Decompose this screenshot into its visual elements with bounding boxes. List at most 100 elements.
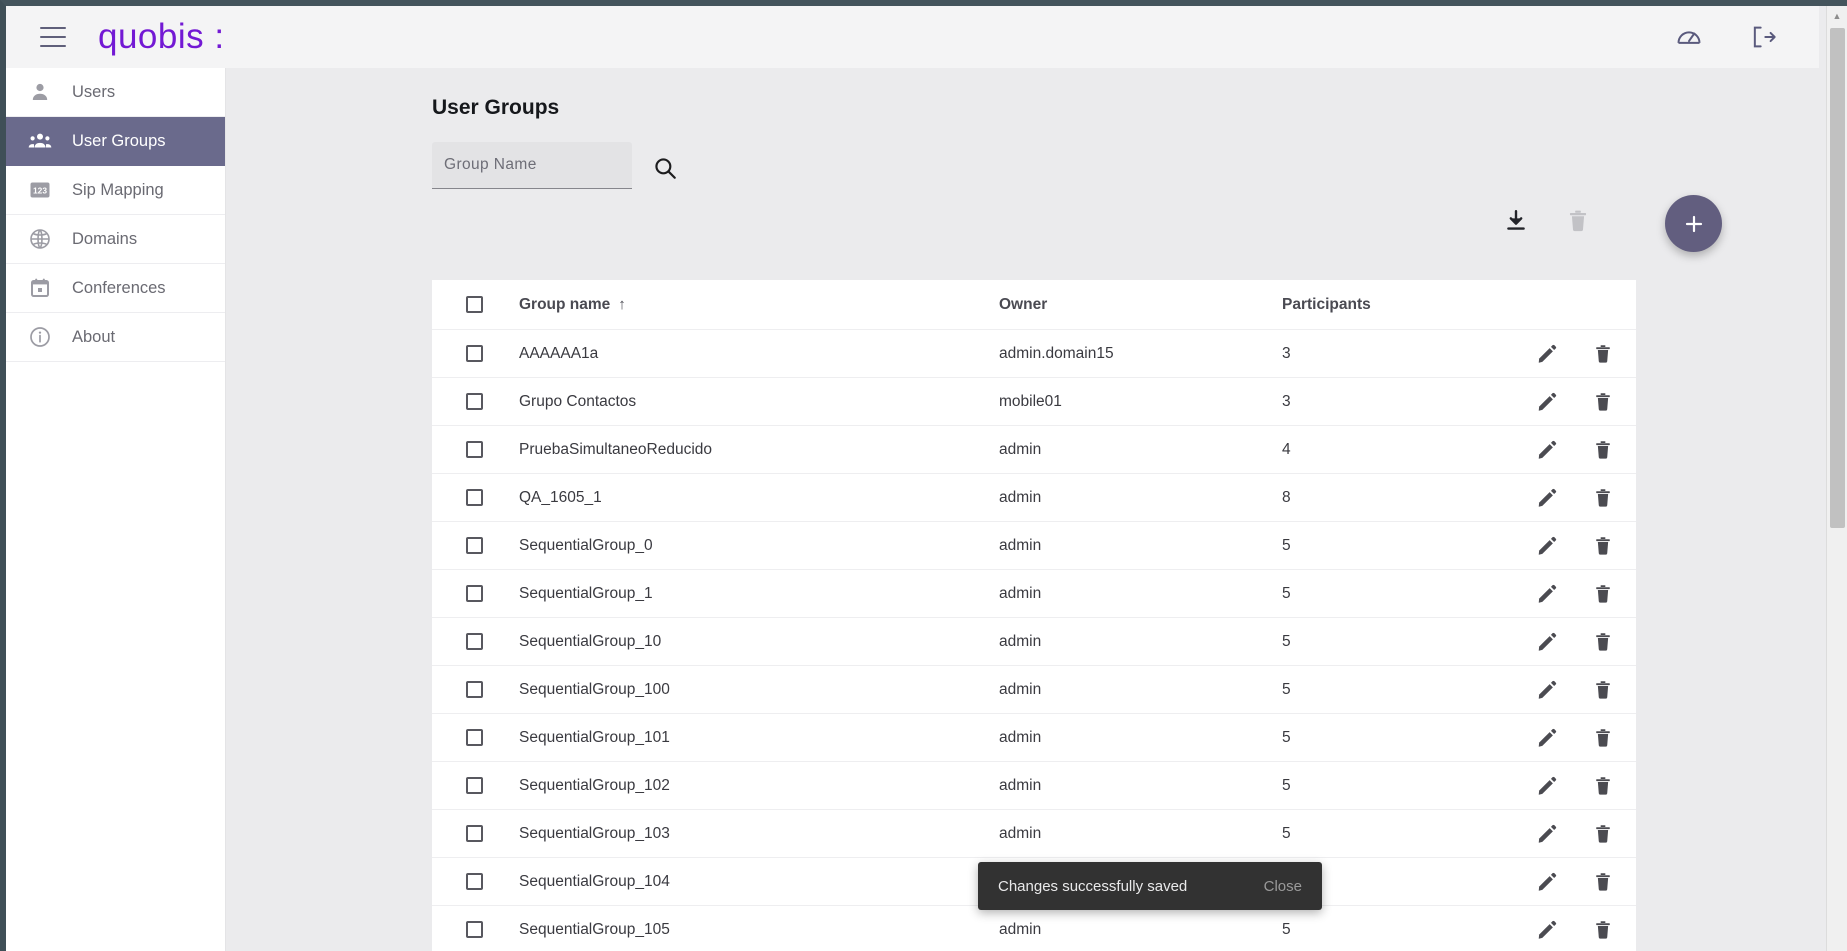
sidebar-item-sip-mapping[interactable]: 123 Sip Mapping: [6, 166, 225, 215]
trash-icon[interactable]: [1592, 727, 1614, 749]
trash-icon[interactable]: [1592, 871, 1614, 893]
calendar-icon: [28, 276, 52, 300]
top-bar-actions: [1675, 23, 1777, 51]
person-icon: [28, 80, 52, 104]
trash-icon[interactable]: [1565, 208, 1591, 234]
table-row[interactable]: AAAAAA1a admin.domain15 3: [432, 330, 1636, 378]
column-header-participants[interactable]: Participants: [1282, 296, 1518, 314]
globe-icon: [28, 227, 52, 251]
sidebar-item-user-groups[interactable]: User Groups: [6, 117, 225, 166]
cell-owner: admin.domain15: [999, 344, 1114, 362]
toast-close-button[interactable]: Close: [1264, 878, 1302, 895]
trash-icon[interactable]: [1592, 439, 1614, 461]
table-row[interactable]: SequentialGroup_103 admin 5: [432, 810, 1636, 858]
table-row[interactable]: SequentialGroup_101 admin 5: [432, 714, 1636, 762]
pencil-icon[interactable]: [1536, 487, 1558, 509]
pencil-icon[interactable]: [1536, 871, 1558, 893]
row-checkbox[interactable]: [465, 585, 483, 602]
cell-group-name: SequentialGroup_103: [519, 824, 670, 842]
table-row[interactable]: QA_1605_1 admin 8: [432, 474, 1636, 522]
table-row[interactable]: SequentialGroup_10 admin 5: [432, 618, 1636, 666]
cell-group-name: SequentialGroup_102: [519, 776, 670, 794]
pencil-icon[interactable]: [1536, 727, 1558, 749]
row-actions: [1518, 487, 1636, 509]
row-actions: [1518, 391, 1636, 413]
sidebar-item-label: Domains: [72, 229, 138, 248]
add-user-group-button[interactable]: [1665, 195, 1722, 252]
row-checkbox[interactable]: [465, 441, 483, 458]
top-app-bar: quobis :: [6, 6, 1819, 68]
row-actions: [1518, 631, 1636, 653]
row-checkbox[interactable]: [465, 921, 483, 938]
row-checkbox[interactable]: [465, 633, 483, 650]
trash-icon[interactable]: [1592, 775, 1614, 797]
column-header-owner[interactable]: Owner: [999, 296, 1282, 314]
table-row[interactable]: SequentialGroup_100 admin 5: [432, 666, 1636, 714]
row-checkbox[interactable]: [465, 825, 483, 842]
cell-group-name: SequentialGroup_100: [519, 680, 670, 698]
sidebar-item-about[interactable]: About: [6, 313, 225, 362]
pencil-icon[interactable]: [1536, 775, 1558, 797]
row-select-cell: [432, 585, 516, 602]
download-icon[interactable]: [1503, 208, 1529, 234]
table-row[interactable]: SequentialGroup_102 admin 5: [432, 762, 1636, 810]
row-select-cell: [432, 537, 516, 554]
search-field[interactable]: [432, 142, 632, 189]
search-area: [432, 142, 678, 189]
sidebar-item-domains[interactable]: Domains: [6, 215, 225, 264]
page-scrollbar[interactable]: ▲: [1826, 6, 1847, 951]
table-row[interactable]: SequentialGroup_105 admin 5: [432, 906, 1636, 951]
trash-icon[interactable]: [1592, 583, 1614, 605]
row-checkbox[interactable]: [465, 681, 483, 698]
pencil-icon[interactable]: [1536, 391, 1558, 413]
table-row[interactable]: SequentialGroup_0 admin 5: [432, 522, 1636, 570]
cell-owner: admin: [999, 536, 1042, 554]
trash-icon[interactable]: [1592, 679, 1614, 701]
pencil-icon[interactable]: [1536, 343, 1558, 365]
trash-icon[interactable]: [1592, 391, 1614, 413]
pencil-icon[interactable]: [1536, 439, 1558, 461]
row-select-cell: [432, 681, 516, 698]
sidebar-item-label: About: [72, 327, 116, 346]
row-checkbox[interactable]: [465, 393, 483, 410]
row-select-cell: [432, 345, 516, 362]
page-title: User Groups: [432, 96, 560, 119]
table-header-row: Group name ↑ Owner Participants: [432, 280, 1636, 330]
pencil-icon[interactable]: [1536, 583, 1558, 605]
pencil-icon[interactable]: [1536, 679, 1558, 701]
row-checkbox[interactable]: [465, 537, 483, 554]
row-checkbox[interactable]: [465, 777, 483, 794]
row-checkbox[interactable]: [465, 729, 483, 746]
table-row[interactable]: Grupo Contactos mobile01 3: [432, 378, 1636, 426]
pencil-icon[interactable]: [1536, 823, 1558, 845]
hamburger-menu-icon[interactable]: [40, 27, 66, 47]
trash-icon[interactable]: [1592, 919, 1614, 941]
trash-icon[interactable]: [1592, 343, 1614, 365]
scroll-up-arrow-icon[interactable]: ▲: [1827, 6, 1847, 25]
select-all-checkbox[interactable]: [465, 296, 483, 313]
sidebar-item-users[interactable]: Users: [6, 68, 225, 117]
cell-owner: admin: [999, 584, 1042, 602]
search-icon[interactable]: [652, 155, 678, 181]
row-checkbox[interactable]: [465, 873, 483, 890]
row-select-cell: [432, 393, 516, 410]
table-row[interactable]: SequentialGroup_1 admin 5: [432, 570, 1636, 618]
pencil-icon[interactable]: [1536, 919, 1558, 941]
column-header-group-name[interactable]: Group name ↑: [516, 296, 999, 314]
trash-icon[interactable]: [1592, 535, 1614, 557]
scrollbar-thumb[interactable]: [1830, 28, 1845, 528]
trash-icon[interactable]: [1592, 823, 1614, 845]
search-input[interactable]: [444, 156, 620, 174]
row-checkbox[interactable]: [465, 345, 483, 362]
trash-icon[interactable]: [1592, 487, 1614, 509]
table-row[interactable]: PruebaSimultaneoReducido admin 4: [432, 426, 1636, 474]
cell-participants: 5: [1282, 680, 1291, 698]
speedometer-icon[interactable]: [1675, 23, 1703, 51]
trash-icon[interactable]: [1592, 631, 1614, 653]
row-checkbox[interactable]: [465, 489, 483, 506]
pencil-icon[interactable]: [1536, 631, 1558, 653]
logout-icon[interactable]: [1749, 23, 1777, 51]
row-actions: [1518, 535, 1636, 557]
sidebar-item-conferences[interactable]: Conferences: [6, 264, 225, 313]
pencil-icon[interactable]: [1536, 535, 1558, 557]
